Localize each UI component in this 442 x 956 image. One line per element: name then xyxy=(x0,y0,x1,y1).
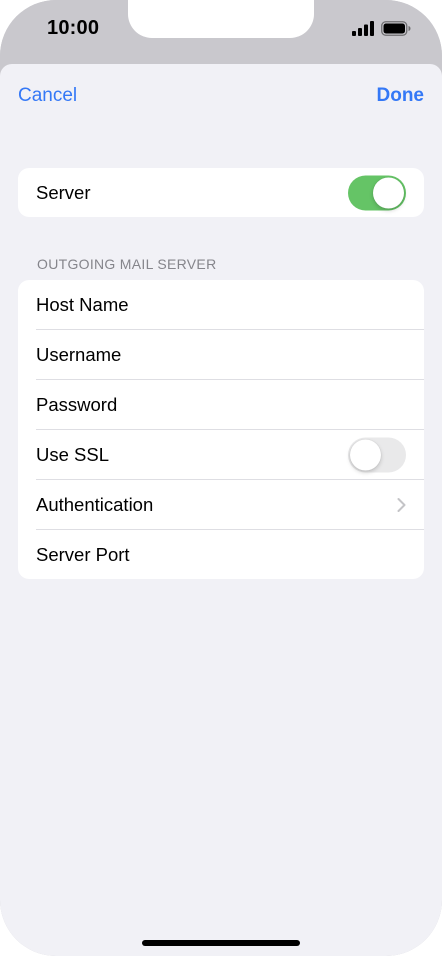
notch xyxy=(128,0,314,38)
chevron-right-icon xyxy=(397,498,406,512)
outgoing-section-header: OUTGOING MAIL SERVER xyxy=(37,256,217,272)
server-group: Server xyxy=(18,168,424,217)
host-name-row[interactable]: Host Name xyxy=(18,280,424,330)
settings-sheet: Cancel Done Server OUTGOING MAIL SERVER … xyxy=(0,64,442,956)
server-toggle[interactable] xyxy=(348,175,406,210)
use-ssl-label: Use SSL xyxy=(36,444,110,465)
password-row[interactable]: Password xyxy=(18,380,424,430)
battery-icon xyxy=(381,21,411,36)
server-label: Server xyxy=(36,181,91,203)
authentication-row[interactable]: Authentication xyxy=(18,480,424,530)
toggle-knob xyxy=(350,439,381,471)
authentication-label: Authentication xyxy=(36,494,154,515)
toggle-knob xyxy=(373,177,404,208)
use-ssl-row: Use SSL xyxy=(18,430,424,480)
host-name-label: Host Name xyxy=(36,294,129,315)
phone-screen: 10:00 Cancel Done Server OUTGOING MAIL S… xyxy=(0,0,442,956)
status-time: 10:00 xyxy=(47,17,100,39)
use-ssl-toggle[interactable] xyxy=(348,437,406,473)
server-row: Server xyxy=(18,168,424,217)
server-port-label: Server Port xyxy=(36,544,130,565)
cancel-button[interactable]: Cancel xyxy=(18,85,77,107)
server-port-row[interactable]: Server Port xyxy=(18,530,424,579)
cellular-signal-icon xyxy=(352,21,374,36)
password-label: Password xyxy=(36,394,118,415)
username-label: Username xyxy=(36,344,122,365)
username-row[interactable]: Username xyxy=(18,330,424,380)
home-indicator xyxy=(142,940,300,946)
status-bar: 10:00 xyxy=(0,0,442,64)
outgoing-mail-server-group: Host Name Username Password Use SSL Auth… xyxy=(18,280,424,579)
done-button[interactable]: Done xyxy=(377,85,425,107)
